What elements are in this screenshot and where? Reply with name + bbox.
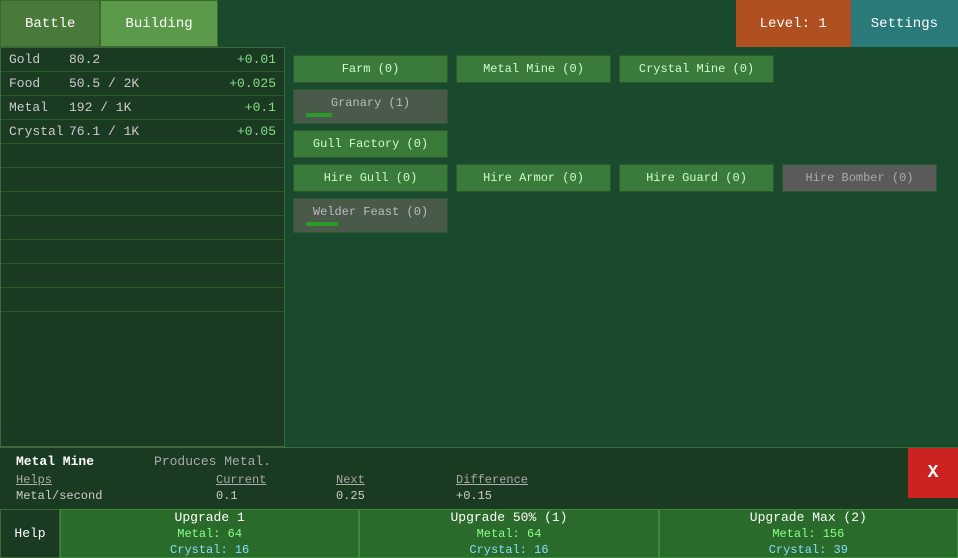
building-row-4: Hire Gull (0) Hire Armor (0) Hire Guard … <box>293 164 950 192</box>
resource-empty-6 <box>1 264 284 288</box>
hire-armor-button[interactable]: Hire Armor (0) <box>456 164 611 192</box>
info-title-row: Metal Mine Produces Metal. <box>16 454 942 469</box>
resource-gold-value: 80.2 <box>69 52 216 67</box>
resource-empty-1 <box>1 144 284 168</box>
crystal-mine-button[interactable]: Crystal Mine (0) <box>619 55 774 83</box>
resource-row-metal: Metal 192 / 1K +0.1 <box>1 96 284 120</box>
welder-feast-button[interactable]: Welder Feast (0) <box>293 198 448 233</box>
resource-food-name: Food <box>9 76 69 91</box>
settings-label: Settings <box>871 16 938 32</box>
resource-empty-4 <box>1 216 284 240</box>
upgrade-1-button[interactable]: Upgrade 1 Metal: 64 Crystal: 16 <box>60 509 359 558</box>
resource-crystal-rate: +0.05 <box>216 124 276 139</box>
resource-food-value: 50.5 / 2K <box>69 76 216 91</box>
resource-row-gold: Gold 80.2 +0.01 <box>1 48 284 72</box>
hire-guard-button[interactable]: Hire Guard (0) <box>619 164 774 192</box>
upgrade-max-label: Upgrade Max (2) <box>750 510 867 525</box>
resource-row-food: Food 50.5 / 2K +0.025 <box>1 72 284 96</box>
building-row-5: Welder Feast (0) <box>293 198 950 233</box>
upgrade-row: Help Upgrade 1 Metal: 64 Crystal: 16 Upg… <box>0 509 958 558</box>
resource-gold-rate: +0.01 <box>216 52 276 67</box>
resource-food-rate: +0.025 <box>216 76 276 91</box>
tab-building[interactable]: Building <box>100 0 217 47</box>
resource-empty-5 <box>1 240 284 264</box>
resource-row-crystal: Crystal 76.1 / 1K +0.05 <box>1 120 284 144</box>
resource-empty-7 <box>1 288 284 312</box>
hire-gull-button[interactable]: Hire Gull (0) <box>293 164 448 192</box>
resource-gold-name: Gold <box>9 52 69 67</box>
building-row-1: Farm (0) Metal Mine (0) Crystal Mine (0) <box>293 55 950 83</box>
info-current-header: Current <box>216 473 336 487</box>
tab-building-label: Building <box>125 16 192 32</box>
info-col-next: Next 0.25 <box>336 473 456 503</box>
upgrade-1-crystal: Crystal: 16 <box>170 543 249 557</box>
close-button[interactable]: X <box>908 448 958 498</box>
resource-crystal-value: 76.1 / 1K <box>69 124 216 139</box>
granary-button[interactable]: Granary (1) <box>293 89 448 124</box>
info-col-current: Current 0.1 <box>216 473 336 503</box>
upgrade-50-button[interactable]: Upgrade 50% (1) Metal: 64 Crystal: 16 <box>359 509 658 558</box>
resources-panel: Gold 80.2 +0.01 Food 50.5 / 2K +0.025 Me… <box>0 47 285 447</box>
metal-mine-button[interactable]: Metal Mine (0) <box>456 55 611 83</box>
building-row-2: Granary (1) <box>293 89 950 124</box>
resource-empty-3 <box>1 192 284 216</box>
upgrade-1-label: Upgrade 1 <box>175 510 245 525</box>
tab-battle-label: Battle <box>25 16 75 32</box>
bottom-section: Metal Mine Produces Metal. Helps Metal/s… <box>0 447 958 537</box>
upgrade-50-label: Upgrade 50% (1) <box>450 510 567 525</box>
info-title: Metal Mine <box>16 454 94 469</box>
hire-bomber-button[interactable]: Hire Bomber (0) <box>782 164 937 192</box>
info-col-label: Helps Metal/second <box>16 473 216 503</box>
settings-button[interactable]: Settings <box>851 0 958 47</box>
resource-metal-name: Metal <box>9 100 69 115</box>
info-table: Helps Metal/second Current 0.1 Next 0.25… <box>16 473 942 503</box>
resource-empty-2 <box>1 168 284 192</box>
help-button[interactable]: Help <box>0 509 60 558</box>
upgrade-max-button[interactable]: Upgrade Max (2) Metal: 156 Crystal: 39 <box>659 509 958 558</box>
upgrade-50-metal: Metal: 64 <box>477 527 542 541</box>
upgrade-1-metal: Metal: 64 <box>177 527 242 541</box>
building-row-3: Gull Factory (0) <box>293 130 950 158</box>
gull-factory-button[interactable]: Gull Factory (0) <box>293 130 448 158</box>
tab-battle[interactable]: Battle <box>0 0 100 47</box>
resource-metal-value: 192 / 1K <box>69 100 216 115</box>
info-current-value: 0.1 <box>216 489 336 503</box>
info-diff-value: +0.15 <box>456 489 576 503</box>
upgrade-50-crystal: Crystal: 16 <box>469 543 548 557</box>
info-description: Produces Metal. <box>154 454 271 469</box>
upgrade-max-metal: Metal: 156 <box>772 527 844 541</box>
info-helps-header: Helps <box>16 473 216 487</box>
resource-crystal-name: Crystal <box>9 124 69 139</box>
level-text: Level: 1 <box>760 16 827 32</box>
farm-button[interactable]: Farm (0) <box>293 55 448 83</box>
resource-metal-rate: +0.1 <box>216 100 276 115</box>
info-panel: Metal Mine Produces Metal. Helps Metal/s… <box>0 447 958 509</box>
upgrade-max-crystal: Crystal: 39 <box>769 543 848 557</box>
buildings-panel: Farm (0) Metal Mine (0) Crystal Mine (0)… <box>285 47 958 447</box>
granary-progress <box>306 113 332 117</box>
info-next-header: Next <box>336 473 456 487</box>
info-stat-label: Metal/second <box>16 489 216 503</box>
info-diff-header: Difference <box>456 473 576 487</box>
level-badge: Level: 1 <box>736 0 851 47</box>
welder-feast-progress <box>306 222 338 226</box>
info-next-value: 0.25 <box>336 489 456 503</box>
info-col-diff: Difference +0.15 <box>456 473 576 503</box>
